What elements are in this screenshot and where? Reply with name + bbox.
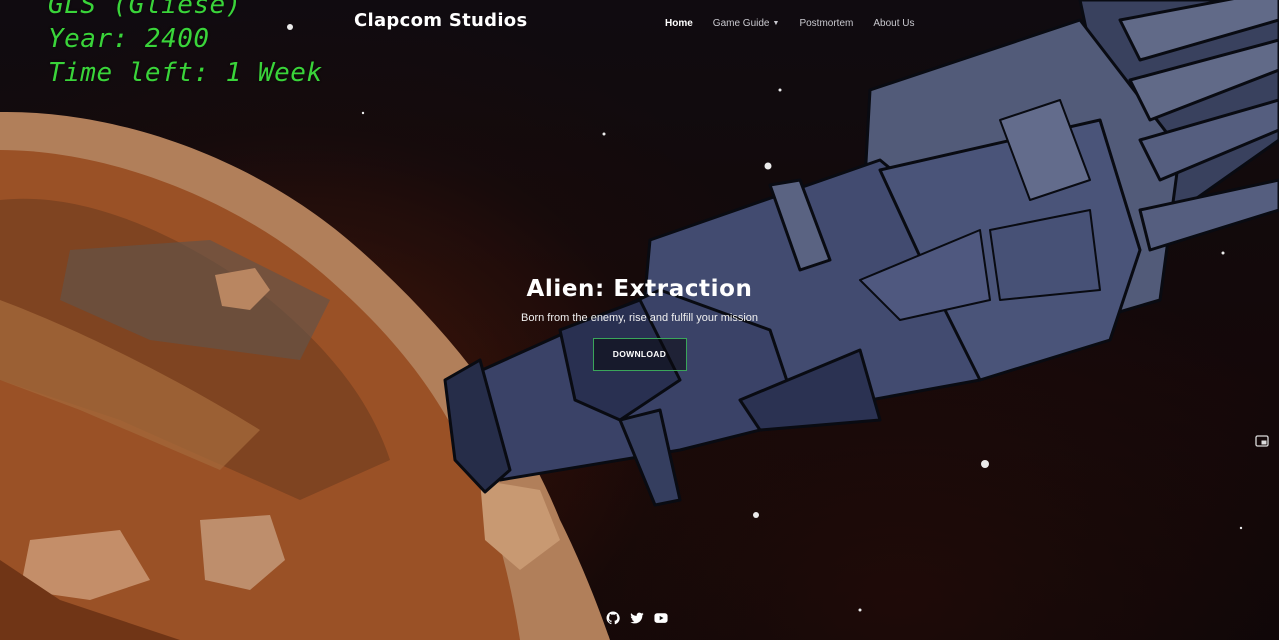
nav-item-game-guide[interactable]: Game Guide ▼ <box>713 18 780 29</box>
hero-subtitle: Born from the enemy, rise and fulfill yo… <box>521 312 758 324</box>
picture-in-picture-icon[interactable] <box>1255 434 1269 448</box>
nav-item-game-guide-label: Game Guide <box>712 18 770 29</box>
youtube-icon[interactable] <box>654 611 668 625</box>
nav-item-postmortem[interactable]: Postmortem <box>799 18 853 29</box>
social-links <box>606 611 668 625</box>
hero-section: Alien: Extraction Born from the enemy, r… <box>0 276 1279 371</box>
github-icon[interactable] <box>606 611 620 625</box>
hero-background: GLS (Gliese) Year: 2400 Time left: 1 Wee… <box>0 0 1279 640</box>
hud-location: GLS (Gliese) <box>48 0 242 20</box>
download-button[interactable]: DOWNLOAD <box>592 338 687 371</box>
hero-title: Alien: Extraction <box>526 276 753 302</box>
nav-item-home[interactable]: Home <box>665 18 693 29</box>
hud-year: Year: 2400 <box>48 24 210 54</box>
main-nav: Home Game Guide ▼ Postmortem About Us <box>665 18 914 29</box>
twitter-icon[interactable] <box>630 611 644 625</box>
mission-hud: GLS (Gliese) Year: 2400 Time left: 1 Wee… <box>48 0 323 90</box>
hud-time-left: Time left: 1 Week <box>48 58 323 88</box>
nav-item-about-us[interactable]: About Us <box>873 18 914 29</box>
brand-logo-link[interactable]: Clapcom Studios <box>354 10 528 31</box>
chevron-down-icon: ▼ <box>772 20 780 27</box>
